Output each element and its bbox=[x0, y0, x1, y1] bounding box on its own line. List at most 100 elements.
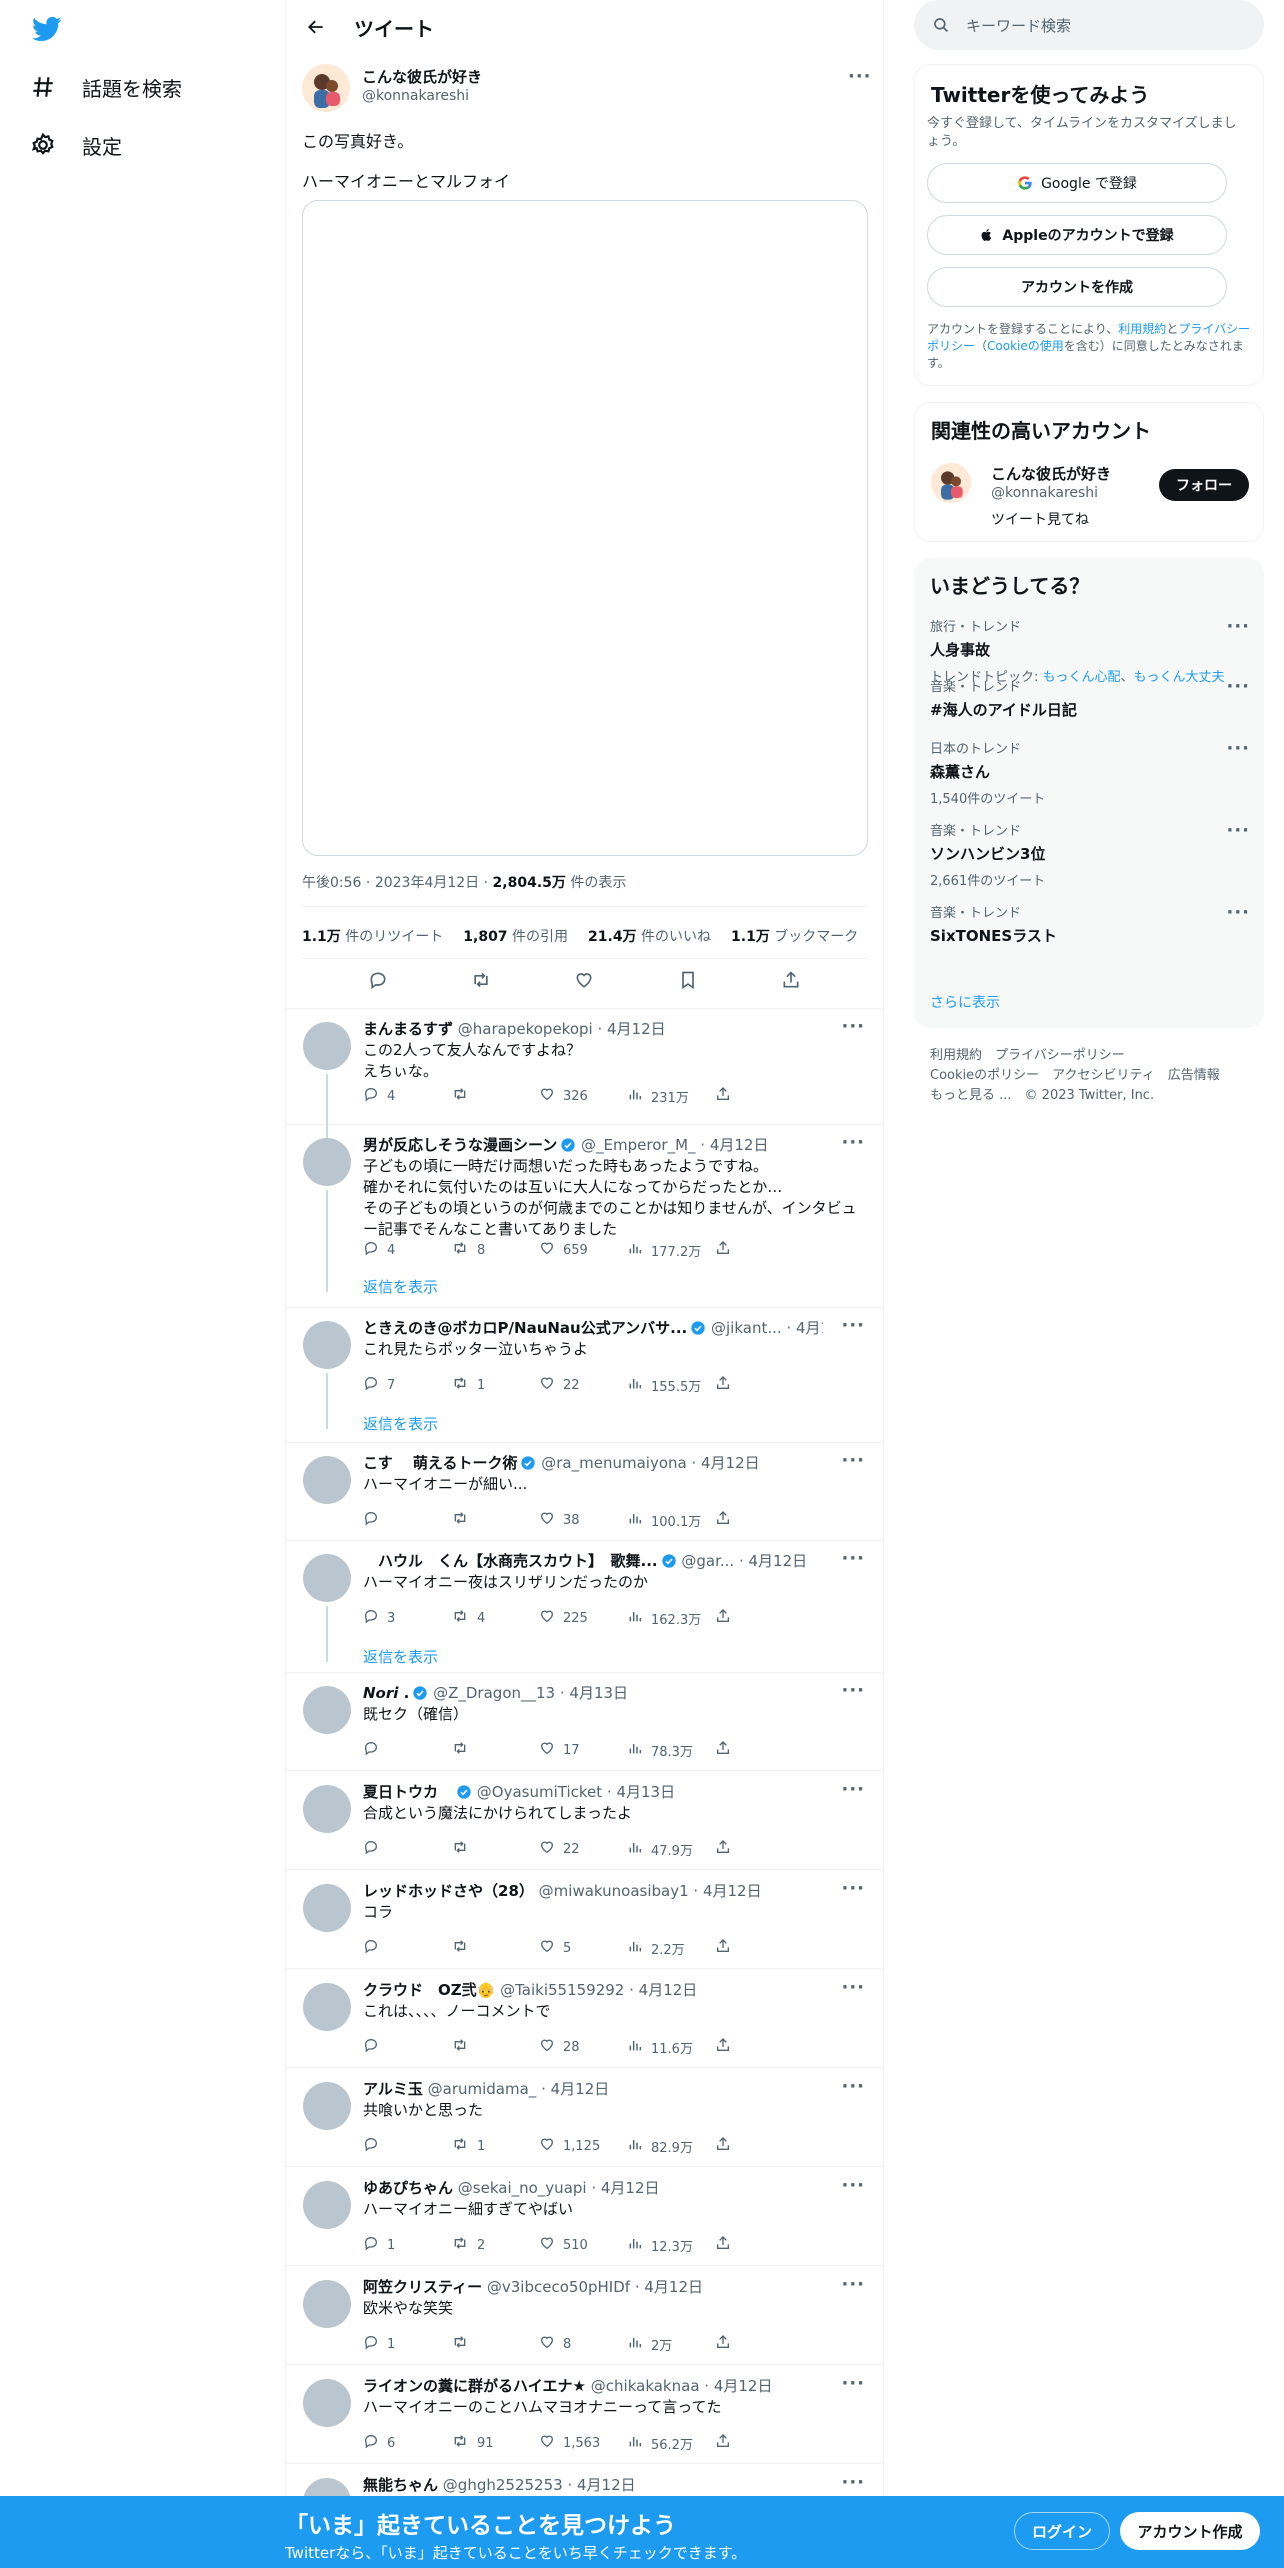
reply-button[interactable]: 4 bbox=[363, 1240, 451, 1260]
views-button[interactable]: 2.2万 bbox=[627, 1938, 715, 1958]
retweet-button[interactable]: 4 bbox=[451, 1608, 539, 1628]
reply-button[interactable]: 1 bbox=[363, 2334, 451, 2354]
reply-author-handle[interactable]: @v3ibceco50pHIDf bbox=[487, 2278, 630, 2296]
reply-date[interactable]: 4月13日 bbox=[569, 1684, 628, 1702]
reply-button[interactable] bbox=[363, 1839, 451, 1859]
reply-author-name[interactable]: アルミ玉 bbox=[363, 2080, 423, 2098]
reply-tweet[interactable]: レッドホッドさや（28） @miwakunoasibay1 · 4月12日 ···… bbox=[286, 1872, 883, 1969]
more-options-icon[interactable]: ··· bbox=[841, 2472, 865, 2493]
related-account-handle[interactable]: @konnakareshi bbox=[991, 485, 1098, 501]
retweet-button[interactable] bbox=[451, 2037, 539, 2057]
reply-button[interactable]: 3 bbox=[363, 1608, 451, 1628]
create-account-button[interactable]: アカウントを作成 bbox=[927, 267, 1227, 307]
reply-button[interactable]: 6 bbox=[363, 2433, 451, 2453]
retweets-stat[interactable]: 1.1万 件のリツイート bbox=[302, 926, 443, 946]
reply-author-handle[interactable]: @chikakaknaa bbox=[591, 2377, 700, 2395]
reply-author-name[interactable]: クラウド OZ弐👴 bbox=[363, 1981, 495, 1999]
footer-ads[interactable]: 広告情報 bbox=[1168, 1068, 1220, 1083]
more-options-icon[interactable]: ··· bbox=[841, 1878, 865, 1899]
reply-author-name[interactable]: まんまるすず bbox=[363, 1020, 453, 1038]
reply-tweet[interactable]: 夏日トウカ @OyasumiTicket · 4月13日 ··· 合成という魔法にか… bbox=[286, 1773, 883, 1870]
bookmark-icon[interactable] bbox=[676, 968, 700, 992]
footer-terms[interactable]: 利用規約 bbox=[930, 1048, 982, 1063]
more-options-icon[interactable]: ··· bbox=[841, 1016, 865, 1037]
more-options-icon[interactable]: ··· bbox=[841, 1132, 865, 1153]
reply-author-handle[interactable]: @gar... bbox=[681, 1552, 734, 1570]
nav-explore[interactable]: 話題を検索 bbox=[28, 72, 182, 102]
reply-tweet[interactable]: ときえのき@ボカロP/NauNau公式アンバサ... @jikant... · … bbox=[286, 1309, 883, 1443]
reply-date[interactable]: 4月12日 bbox=[796, 1319, 823, 1337]
share-button[interactable] bbox=[715, 1086, 788, 1106]
show-replies-link[interactable]: 返信を表示 bbox=[363, 1276, 438, 1297]
reply-button[interactable]: 1 bbox=[363, 2235, 451, 2255]
retweet-button[interactable]: 91 bbox=[451, 2433, 539, 2453]
reply-author-name[interactable]: ハウル くん【水商売スカウト】 歌舞... bbox=[363, 1552, 658, 1570]
apple-signup-button[interactable]: Appleのアカウントで登録 bbox=[927, 215, 1227, 255]
reply-date[interactable]: 4月12日 bbox=[701, 1454, 760, 1472]
reply-button[interactable] bbox=[363, 1740, 451, 1760]
reply-date[interactable]: 4月12日 bbox=[714, 2377, 773, 2395]
avatar[interactable] bbox=[303, 1983, 351, 2031]
views-button[interactable]: 231万 bbox=[627, 1086, 715, 1106]
avatar[interactable] bbox=[303, 1022, 351, 1070]
retweet-button[interactable] bbox=[451, 1839, 539, 1859]
terms-link[interactable]: 利用規約 bbox=[1118, 322, 1166, 336]
more-options-icon[interactable]: ··· bbox=[1226, 616, 1250, 637]
reply-button[interactable] bbox=[363, 2037, 451, 2057]
share-icon[interactable] bbox=[779, 968, 803, 992]
trend-item[interactable]: 音楽・トレンド SixTONESラスト ··· bbox=[930, 902, 1250, 946]
tweet-time[interactable]: 午後0:56 bbox=[302, 875, 361, 891]
footer-accessibility[interactable]: アクセシビリティ bbox=[1052, 1068, 1155, 1083]
reply-tweet[interactable]: 男が反応しそうな漫画シーン @_Emperor_M_ · 4月12日 ··· 子ども… bbox=[286, 1126, 883, 1308]
retweet-button[interactable] bbox=[451, 2334, 539, 2354]
avatar[interactable] bbox=[303, 1686, 351, 1734]
reply-date[interactable]: 4月12日 bbox=[749, 1552, 808, 1570]
more-options-icon[interactable]: ··· bbox=[1226, 738, 1250, 759]
reply-author-handle[interactable]: @OyasumiTicket bbox=[477, 1783, 602, 1801]
reply-button[interactable] bbox=[363, 1510, 451, 1530]
reply-date[interactable]: 4月13日 bbox=[616, 1783, 675, 1801]
avatar[interactable] bbox=[302, 64, 350, 112]
retweet-button[interactable] bbox=[451, 1086, 539, 1106]
reply-date[interactable]: 4月12日 bbox=[710, 1136, 769, 1154]
like-button[interactable]: 659 bbox=[539, 1240, 627, 1260]
reply-button[interactable] bbox=[363, 1938, 451, 1958]
avatar[interactable] bbox=[303, 1785, 351, 1833]
share-button[interactable] bbox=[715, 1608, 788, 1628]
more-options-icon[interactable]: ··· bbox=[1226, 676, 1250, 697]
like-button[interactable]: 1,125 bbox=[539, 2136, 627, 2156]
retweet-button[interactable]: 8 bbox=[451, 1240, 539, 1260]
reply-author-handle[interactable]: @Z_Dragon__13 bbox=[433, 1684, 555, 1702]
retweet-icon[interactable] bbox=[469, 968, 493, 992]
reply-author-handle[interactable]: @ghgh2525253 bbox=[443, 2476, 563, 2494]
like-button[interactable]: 1,563 bbox=[539, 2433, 627, 2453]
tweet-author-name[interactable]: こんな彼氏が好き bbox=[362, 66, 482, 87]
trend-item[interactable]: 旅行・トレンド 人身事故 トレンドトピック: もっくん心配、もっくん大丈夫 ··· bbox=[930, 616, 1250, 685]
avatar[interactable] bbox=[931, 463, 971, 503]
trend-item[interactable]: 日本のトレンド 森薫さん 1,540件のツイート ··· bbox=[930, 738, 1250, 807]
views-button[interactable]: 78.3万 bbox=[627, 1740, 715, 1760]
reply-tweet[interactable]: 阿笠クリスティー @v3ibceco50pHIDf · 4月12日 ··· 欧米やな… bbox=[286, 2268, 883, 2365]
related-account-name[interactable]: こんな彼氏が好き bbox=[991, 463, 1111, 484]
tweet-author-handle[interactable]: @konnakareshi bbox=[362, 88, 469, 104]
footer-privacy[interactable]: プライバシーポリシー bbox=[995, 1048, 1125, 1063]
reply-date[interactable]: 4月12日 bbox=[551, 2080, 610, 2098]
more-options-icon[interactable]: ··· bbox=[841, 1680, 865, 1701]
views-button[interactable]: 2万 bbox=[627, 2334, 715, 2354]
share-button[interactable] bbox=[715, 2136, 788, 2156]
reply-date[interactable]: 4月12日 bbox=[601, 2179, 660, 2197]
google-signup-button[interactable]: Google で登録 bbox=[927, 163, 1227, 203]
avatar[interactable] bbox=[303, 1554, 351, 1602]
cookie-link[interactable]: Cookieの使用 bbox=[987, 339, 1064, 353]
retweet-button[interactable] bbox=[451, 1938, 539, 1958]
reply-author-handle[interactable]: @miwakunoasibay1 bbox=[539, 1882, 689, 1900]
like-button[interactable]: 225 bbox=[539, 1608, 627, 1628]
views-button[interactable]: 100.1万 bbox=[627, 1510, 715, 1530]
back-arrow-icon[interactable] bbox=[296, 7, 336, 47]
reply-author-handle[interactable]: @Taiki55159292 bbox=[500, 1981, 624, 1999]
reply-tweet[interactable]: クラウド OZ弐👴 @Taiki55159292 · 4月12日 ··· これは、、… bbox=[286, 1971, 883, 2068]
retweet-button[interactable] bbox=[451, 1510, 539, 1530]
reply-author-name[interactable]: 阿笠クリスティー bbox=[363, 2278, 482, 2296]
avatar[interactable] bbox=[303, 1138, 351, 1186]
tweet-media[interactable] bbox=[302, 200, 868, 856]
